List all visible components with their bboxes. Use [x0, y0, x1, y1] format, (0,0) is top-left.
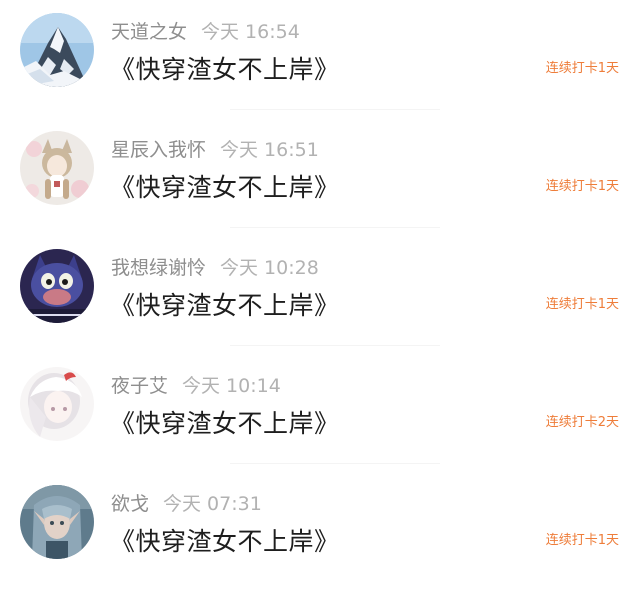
- snowy-mountain-avatar-icon[interactable]: [20, 13, 94, 87]
- post-title[interactable]: 《快穿渣女不上岸》: [110, 406, 340, 442]
- elf-portrait-avatar-icon[interactable]: [20, 485, 94, 559]
- post-title[interactable]: 《快穿渣女不上岸》: [110, 524, 340, 560]
- anime-girl-avatar-icon[interactable]: [20, 131, 94, 205]
- cartoon-cat-avatar-icon[interactable]: [20, 249, 94, 323]
- post-meta: 天道之女 今天 16:54: [111, 17, 300, 47]
- username[interactable]: 夜子艾: [111, 375, 168, 397]
- streak-badge: 连续打卡1天: [545, 297, 619, 312]
- post-meta: 我想绿谢怜 今天 10:28: [111, 253, 319, 283]
- post-meta: 欲戈 今天 07:31: [111, 489, 262, 519]
- post-title[interactable]: 《快穿渣女不上岸》: [110, 288, 340, 324]
- streak-badge: 连续打卡1天: [545, 179, 619, 194]
- post-meta: 星辰入我怀 今天 16:51: [111, 135, 319, 165]
- feed-item[interactable]: 我想绿谢怜 今天 10:28 《快穿渣女不上岸》 连续打卡1天: [0, 236, 640, 354]
- divider: [230, 109, 440, 110]
- post-time: 今天 16:51: [220, 139, 319, 161]
- divider: [230, 463, 440, 464]
- streak-badge: 连续打卡1天: [545, 533, 619, 548]
- streak-badge: 连续打卡1天: [545, 61, 619, 76]
- post-time: 今天 16:54: [201, 21, 300, 43]
- feed-item[interactable]: 夜子艾 今天 10:14 《快穿渣女不上岸》 连续打卡2天: [0, 354, 640, 472]
- post-time: 今天 10:28: [220, 257, 319, 279]
- divider: [230, 345, 440, 346]
- post-time: 今天 10:14: [182, 375, 281, 397]
- feed-item[interactable]: 欲戈 今天 07:31 《快穿渣女不上岸》 连续打卡1天: [0, 472, 640, 590]
- checkin-feed: 天道之女 今天 16:54 《快穿渣女不上岸》 连续打卡1天 星辰入我怀 今天 …: [0, 0, 640, 585]
- post-time: 今天 07:31: [163, 493, 262, 515]
- post-meta: 夜子艾 今天 10:14: [111, 371, 281, 401]
- post-title[interactable]: 《快穿渣女不上岸》: [110, 170, 340, 206]
- divider: [230, 227, 440, 228]
- username[interactable]: 我想绿谢怜: [111, 257, 206, 279]
- feed-item[interactable]: 天道之女 今天 16:54 《快穿渣女不上岸》 连续打卡1天: [0, 0, 640, 118]
- white-hair-girl-avatar-icon[interactable]: [20, 367, 94, 441]
- feed-item[interactable]: 星辰入我怀 今天 16:51 《快穿渣女不上岸》 连续打卡1天: [0, 118, 640, 236]
- username[interactable]: 星辰入我怀: [111, 139, 206, 161]
- username[interactable]: 欲戈: [111, 493, 149, 515]
- streak-badge: 连续打卡2天: [545, 415, 619, 430]
- post-title[interactable]: 《快穿渣女不上岸》: [110, 52, 340, 88]
- username[interactable]: 天道之女: [111, 21, 187, 43]
